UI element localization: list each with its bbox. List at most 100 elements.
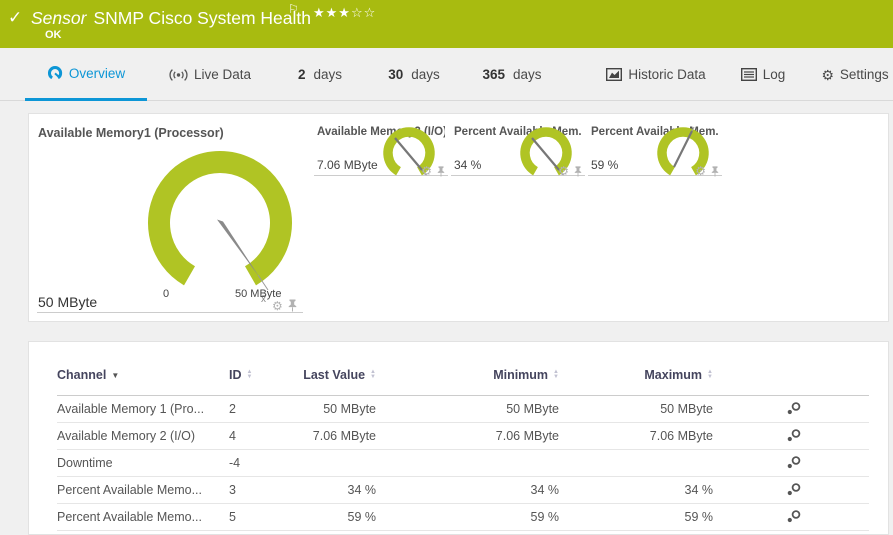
edit-channel-gears-icon[interactable] <box>786 482 802 497</box>
tile-divider <box>37 312 303 313</box>
sort-icon: ▲▼ <box>247 370 253 380</box>
gear-icon: ⚙ <box>821 68 834 82</box>
pin-icon[interactable] <box>574 166 582 177</box>
col-header-id[interactable]: ID▲▼ <box>229 355 291 395</box>
tab-label: Live Data <box>194 67 251 82</box>
col-header-actions <box>741 355 869 395</box>
gauges-panel: Available Memory1 (Processor) x̄ 0 50 MB… <box>28 113 889 322</box>
tab-settings[interactable]: ⚙ Settings <box>816 48 893 101</box>
channel-maximum: 50 MByte <box>587 395 741 422</box>
stars-filled: ★★★ <box>313 5 351 20</box>
gauge-value: 7.06 MByte <box>317 158 378 172</box>
gauge-tile-available-memory2: Available Memory2 (I/O) 7.06 MByte ⚙ <box>314 114 448 176</box>
tab-overview[interactable]: Overview <box>25 48 147 101</box>
main-gauge: x̄ <box>140 145 300 311</box>
channel-name: Downtime <box>57 449 229 476</box>
pin-icon[interactable] <box>288 299 297 312</box>
table-row: Downtime -4 <box>57 449 869 476</box>
tab-historic-data[interactable]: Historic Data <box>602 48 710 101</box>
tab-bar: Overview Live Data 2 days 30 days 365 da… <box>0 48 893 101</box>
channel-maximum <box>587 449 741 476</box>
channels-table: Channel▼ ID▲▼ Last Value▲▼ Minimum▲▼ Max… <box>57 355 869 531</box>
channel-minimum: 7.06 MByte <box>404 422 587 449</box>
tab-2-days[interactable]: 2 days <box>288 48 352 101</box>
channel-last-value: 50 MByte <box>291 395 404 422</box>
channel-last-value: 59 % <box>291 503 404 530</box>
channel-id: 3 <box>229 476 291 503</box>
sort-icon: ▲▼ <box>370 370 376 380</box>
channel-last-value <box>291 449 404 476</box>
tab-label: days <box>411 67 440 82</box>
sensor-header: ✓ Sensor SNMP Cisco System Health ⚐ ★★★☆☆… <box>0 0 893 48</box>
col-header-minimum[interactable]: Minimum▲▼ <box>404 355 587 395</box>
tab-number: 365 <box>482 67 505 82</box>
channel-id: -4 <box>229 449 291 476</box>
channel-minimum <box>404 449 587 476</box>
channel-minimum: 34 % <box>404 476 587 503</box>
tab-number: 30 <box>388 67 403 82</box>
tab-log[interactable]: Log <box>731 48 795 101</box>
pin-icon[interactable] <box>437 166 445 177</box>
gauge-icon <box>47 65 63 81</box>
table-row: Percent Available Memo... 5 59 % 59 % 59… <box>57 503 869 530</box>
channel-maximum: 7.06 MByte <box>587 422 741 449</box>
col-header-last-value[interactable]: Last Value▲▼ <box>291 355 404 395</box>
channel-name: Available Memory 2 (I/O) <box>57 422 229 449</box>
tab-number: 2 <box>298 67 306 82</box>
tab-365-days[interactable]: 365 days <box>470 48 554 101</box>
channel-last-value: 34 % <box>291 476 404 503</box>
channel-name: Available Memory 1 (Pro... <box>57 395 229 422</box>
gear-icon[interactable]: ⚙ <box>558 165 569 177</box>
flag-icon[interactable]: ⚐ <box>288 2 299 16</box>
gear-icon[interactable]: ⚙ <box>421 165 432 177</box>
gauge-tile-percent-available-memory-2: Percent Available Mem... 59 % ⚙ <box>588 114 722 176</box>
channel-id: 4 <box>229 422 291 449</box>
channel-minimum: 50 MByte <box>404 395 587 422</box>
channel-name: Percent Available Memo... <box>57 476 229 503</box>
pin-icon[interactable] <box>711 166 719 177</box>
channel-id: 2 <box>229 395 291 422</box>
gauge-scale-min: 0 <box>163 288 169 300</box>
channels-panel: Channel▼ ID▲▼ Last Value▲▼ Minimum▲▼ Max… <box>28 341 889 535</box>
tab-label: Overview <box>69 66 125 81</box>
table-row: Percent Available Memo... 3 34 % 34 % 34… <box>57 476 869 503</box>
gauge-tile-available-memory1: Available Memory1 (Processor) x̄ 0 50 MB… <box>29 114 311 323</box>
channel-maximum: 34 % <box>587 476 741 503</box>
col-header-channel[interactable]: Channel▼ <box>57 355 229 395</box>
status-badge: OK <box>45 29 62 41</box>
gauge-title: Available Memory1 (Processor) <box>38 126 224 140</box>
stars-empty: ☆☆ <box>351 5 376 20</box>
tab-label: days <box>313 67 342 82</box>
edit-channel-gears-icon[interactable] <box>786 455 802 470</box>
gauge-value: 59 % <box>591 158 618 172</box>
edit-channel-gears-icon[interactable] <box>786 401 802 416</box>
col-header-maximum[interactable]: Maximum▲▼ <box>587 355 741 395</box>
status-ok-check-icon: ✓ <box>8 8 22 28</box>
channel-maximum: 59 % <box>587 503 741 530</box>
gear-icon[interactable]: ⚙ <box>272 300 283 312</box>
table-row: Available Memory 2 (I/O) 4 7.06 MByte 7.… <box>57 422 869 449</box>
channel-last-value: 7.06 MByte <box>291 422 404 449</box>
historic-chart-icon <box>606 68 622 81</box>
sensor-name: SNMP Cisco System Health <box>93 8 311 28</box>
sort-icon: ▲▼ <box>707 370 713 380</box>
live-data-icon <box>169 68 188 82</box>
tab-label: Log <box>763 67 786 82</box>
tab-label: days <box>513 67 542 82</box>
priority-star-rating[interactable]: ★★★☆☆ <box>313 5 376 21</box>
log-icon <box>741 68 757 81</box>
tab-label: Historic Data <box>628 67 705 82</box>
gauge-value: 34 % <box>454 158 481 172</box>
sort-icon: ▲▼ <box>553 370 559 380</box>
sensor-label: Sensor <box>31 8 86 28</box>
tab-live-data[interactable]: Live Data <box>160 48 260 101</box>
table-header-row: Channel▼ ID▲▼ Last Value▲▼ Minimum▲▼ Max… <box>57 355 869 395</box>
tab-label: Settings <box>840 67 889 82</box>
page-title: Sensor SNMP Cisco System Health <box>31 8 311 29</box>
tab-30-days[interactable]: 30 days <box>378 48 450 101</box>
gauge-tile-percent-available-memory-1: Percent Available Mem... 34 % ⚙ <box>451 114 585 176</box>
channel-name: Percent Available Memo... <box>57 503 229 530</box>
edit-channel-gears-icon[interactable] <box>786 428 802 443</box>
edit-channel-gears-icon[interactable] <box>786 509 802 524</box>
gear-icon[interactable]: ⚙ <box>695 165 706 177</box>
